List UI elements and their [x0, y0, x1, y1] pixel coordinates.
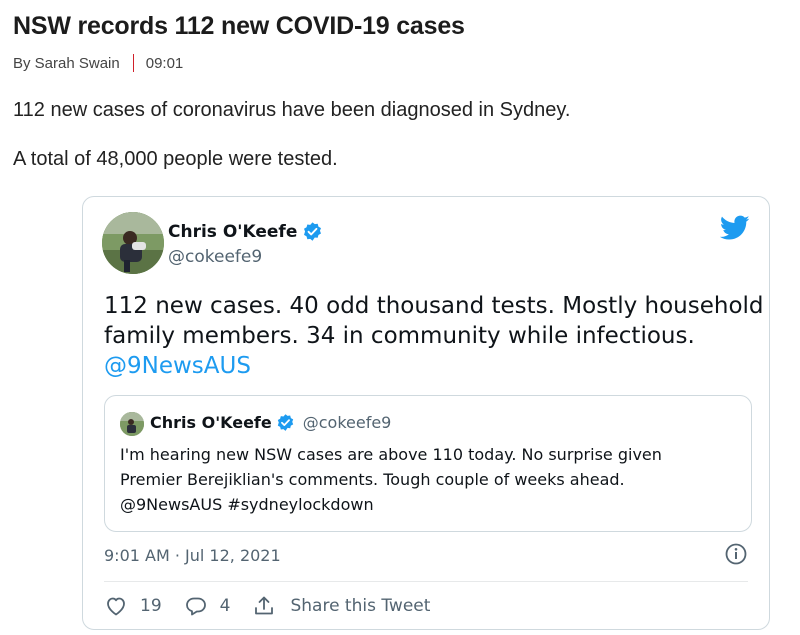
- tweet-text: 112 new cases. 40 odd thousand tests. Mo…: [104, 291, 764, 381]
- heart-icon: [107, 597, 125, 616]
- author-name[interactable]: By Sarah Swain: [13, 55, 120, 72]
- tweet-text-line: 112 new cases. 40 odd thousand tests. Mo…: [104, 293, 764, 319]
- article-paragraph: A total of 48,000 people were tested.: [13, 148, 338, 170]
- byline: By Sarah Swain 09:01: [13, 54, 183, 72]
- tweet-author-name-text: Chris O'Keefe: [168, 221, 298, 242]
- quoted-header: Chris O'Keefe @cokeefe9: [150, 413, 391, 432]
- article-headline: NSW records 112 new COVID-19 cases: [13, 12, 465, 40]
- quoted-tweet[interactable]: Chris O'Keefe @cokeefe9 I'm hearing new …: [104, 395, 752, 532]
- quoted-text-line: @9NewsAUS #sydneylockdown: [120, 495, 374, 514]
- share-label: Share this Tweet: [290, 596, 431, 616]
- verified-badge-icon: [304, 222, 322, 241]
- byline-separator: [132, 54, 134, 72]
- quoted-text-line: Premier Berejiklian's comments. Tough co…: [120, 470, 625, 489]
- share-button[interactable]: Share this Tweet: [252, 594, 430, 618]
- quoted-avatar[interactable]: [120, 412, 144, 436]
- publish-time: 09:01: [145, 54, 184, 72]
- reply-bubble-icon: [185, 597, 206, 616]
- reply-button[interactable]: 4: [184, 594, 231, 618]
- article-paragraph: 112 new cases of coronavirus have been d…: [13, 99, 571, 121]
- info-icon[interactable]: [724, 542, 748, 566]
- quoted-author-name[interactable]: Chris O'Keefe: [150, 413, 272, 432]
- divider: [104, 581, 748, 582]
- like-count: 19: [140, 596, 162, 616]
- tweet-author-handle[interactable]: @cokeefe9: [168, 247, 262, 267]
- quoted-text-line: I'm hearing new NSW cases are above 110 …: [120, 445, 662, 464]
- share-icon: [255, 596, 274, 615]
- tweet-actions: 19 4 Share this Tweet: [104, 594, 452, 618]
- embedded-tweet[interactable]: Chris O'Keefe @cokeefe9 112 new cases. 4…: [82, 196, 770, 630]
- tweet-mention-link[interactable]: @9NewsAUS: [104, 351, 754, 381]
- like-button[interactable]: 19: [104, 594, 162, 618]
- verified-badge-icon: [277, 414, 293, 431]
- quoted-author-handle[interactable]: @cokeefe9: [303, 413, 392, 432]
- tweet-timestamp[interactable]: 9:01 AM · Jul 12, 2021: [104, 546, 281, 565]
- twitter-bird-icon[interactable]: [720, 215, 750, 241]
- tweet-text-line: family members. 34 in community while in…: [104, 323, 695, 349]
- reply-count: 4: [219, 596, 231, 616]
- quoted-text: I'm hearing new NSW cases are above 110 …: [120, 442, 740, 517]
- tweet-author-name[interactable]: Chris O'Keefe: [168, 221, 323, 242]
- avatar[interactable]: [102, 212, 164, 274]
